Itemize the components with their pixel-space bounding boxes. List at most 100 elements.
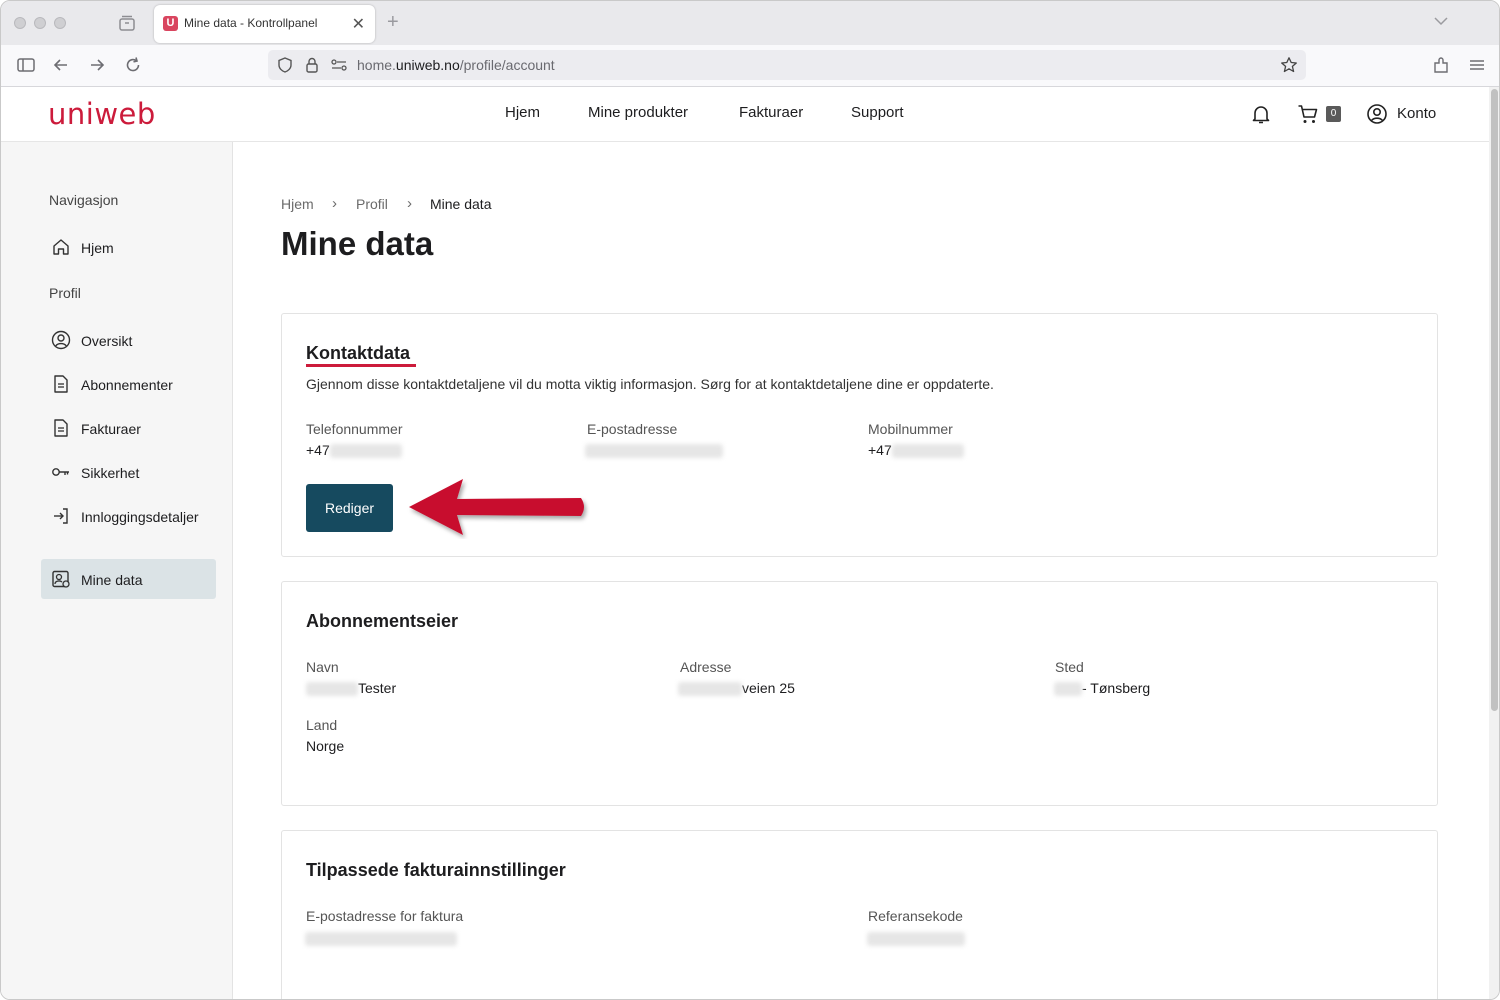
nav-support[interactable]: Support <box>851 104 904 121</box>
close-window-button[interactable] <box>14 17 26 29</box>
sidebar-item-security[interactable]: Sikkerhet <box>41 452 216 492</box>
sidebar-heading-navigation: Navigasjon <box>49 192 119 208</box>
site-permissions-icon[interactable] <box>330 57 348 73</box>
cart-icon[interactable] <box>1297 103 1319 125</box>
title-underline <box>306 364 416 367</box>
contact-card-description: Gjennom disse kontaktdetaljene vil du mo… <box>306 376 994 392</box>
redacted-text <box>867 932 965 947</box>
document-icon <box>54 419 68 437</box>
edit-button[interactable]: Rediger <box>306 484 393 532</box>
active-tab[interactable]: U Mine data - Kontrollpanel ✕ <box>154 5 375 43</box>
name-label: Navn <box>306 659 339 675</box>
url-host: uniweb.no <box>395 57 460 73</box>
uniweb-logo[interactable]: uniweb <box>48 97 156 131</box>
address-text: veien 25 <box>742 680 795 696</box>
account-link[interactable]: Konto <box>1397 105 1436 122</box>
sidebar-item-label: Hjem <box>81 240 114 256</box>
chevron-down-icon[interactable] <box>1433 13 1449 29</box>
lock-icon[interactable] <box>304 56 320 74</box>
bell-icon[interactable] <box>1251 103 1271 125</box>
email-value <box>585 442 723 459</box>
breadcrumb-home[interactable]: Hjem <box>281 196 314 212</box>
address-bar[interactable]: home.uniweb.no/profile/account <box>268 50 1306 80</box>
sidebar-toggle-icon[interactable] <box>16 55 36 75</box>
extensions-icon[interactable] <box>1431 55 1451 75</box>
forward-arrow-icon[interactable] <box>87 55 107 75</box>
user-circle-icon[interactable] <box>1366 103 1388 125</box>
tab-overview-icon[interactable] <box>117 13 137 33</box>
redacted-text <box>585 444 723 459</box>
home-icon <box>53 239 69 255</box>
mobile-prefix: +47 <box>868 442 892 458</box>
site-header: uniweb Hjem Mine produkter Fakturaer Sup… <box>1 87 1489 142</box>
sidebar-item-label: Innloggingsdetaljer <box>81 509 199 525</box>
redacted-text <box>1054 682 1082 697</box>
tab-bar: U Mine data - Kontrollpanel ✕ + <box>1 1 1499 45</box>
sidebar-item-subscriptions[interactable]: Abonnementer <box>41 364 216 404</box>
user-settings-icon <box>52 570 70 588</box>
address-value: veien 25 <box>678 680 795 697</box>
reload-icon[interactable] <box>123 55 143 75</box>
annotation-arrow-icon <box>409 479 584 535</box>
reference-code-label: Referansekode <box>868 908 963 924</box>
sidebar-heading-profile: Profil <box>49 285 81 301</box>
owner-card: Abonnementseier Navn Tester Adresse veie… <box>281 581 1438 806</box>
browser-toolbar: home.uniweb.no/profile/account <box>1 45 1499 87</box>
nav-invoices[interactable]: Fakturaer <box>739 104 803 121</box>
sidebar-item-home[interactable]: Hjem <box>41 227 216 267</box>
billing-email-value <box>305 930 457 947</box>
sidebar-item-overview[interactable]: Oversikt <box>41 320 216 360</box>
contact-card-title: Kontaktdata <box>306 343 411 363</box>
billing-card: Tilpassede fakturainnstillinger E-postad… <box>281 830 1438 999</box>
page-title: Mine data <box>281 225 434 262</box>
billing-card-title: Tilpassede fakturainnstillinger <box>306 860 566 880</box>
breadcrumb-profile[interactable]: Profil <box>356 196 388 212</box>
close-tab-icon[interactable]: ✕ <box>352 14 365 34</box>
back-arrow-icon[interactable] <box>51 55 71 75</box>
redacted-text <box>329 444 402 459</box>
minimize-window-button[interactable] <box>34 17 46 29</box>
key-icon <box>52 468 69 476</box>
nav-my-products[interactable]: Mine produkter <box>588 104 688 121</box>
mobile-label: Mobilnummer <box>868 421 953 437</box>
login-icon <box>54 508 68 524</box>
redacted-text <box>305 932 457 947</box>
phone-label: Telefonnummer <box>306 421 403 437</box>
url-path: /profile/account <box>459 57 555 73</box>
sidebar-item-invoices[interactable]: Fakturaer <box>41 408 216 448</box>
redacted-text <box>891 444 964 459</box>
menu-icon[interactable] <box>1467 55 1487 75</box>
mobile-value: +47 <box>868 442 964 459</box>
uniweb-favicon-icon: U <box>163 16 178 31</box>
phone-prefix: +47 <box>306 442 330 458</box>
document-icon <box>54 375 68 393</box>
sidebar-item-label: Abonnementer <box>81 377 173 393</box>
new-tab-button[interactable]: + <box>387 11 399 34</box>
cart-count-badge: 0 <box>1326 106 1341 122</box>
email-label: E-postadresse <box>587 421 678 437</box>
url-prefix: home. <box>357 57 396 73</box>
bookmark-star-icon[interactable] <box>1280 56 1298 74</box>
sidebar-item-login-details[interactable]: Innloggingsdetaljer <box>41 496 216 544</box>
scrollbar-thumb[interactable] <box>1491 89 1498 711</box>
country-label: Land <box>306 717 338 733</box>
zoom-window-button[interactable] <box>54 17 66 29</box>
sidebar-item-label: Mine data <box>81 572 143 588</box>
phone-value: +47 <box>306 442 402 459</box>
sidebar-item-label: Sikkerhet <box>81 465 140 481</box>
url-text[interactable]: home.uniweb.no/profile/account <box>357 57 555 73</box>
address-label: Adresse <box>680 659 732 675</box>
browser-window: U Mine data - Kontrollpanel ✕ + home.uni… <box>0 0 1500 1000</box>
owner-card-title: Abonnementseier <box>306 611 459 631</box>
nav-home[interactable]: Hjem <box>505 104 540 121</box>
breadcrumb-current: Mine data <box>430 196 492 212</box>
sidebar-item-my-data[interactable]: Mine data <box>41 559 216 599</box>
sidebar-item-label: Fakturaer <box>81 421 141 437</box>
country-value: Norge <box>306 738 345 754</box>
place-text: - Tønsberg <box>1082 680 1151 696</box>
name-text: Tester <box>358 680 397 696</box>
breadcrumb-separator-icon: › <box>407 195 412 212</box>
shield-icon[interactable] <box>276 56 294 74</box>
user-circle-icon <box>51 330 71 350</box>
name-value: Tester <box>306 680 397 697</box>
